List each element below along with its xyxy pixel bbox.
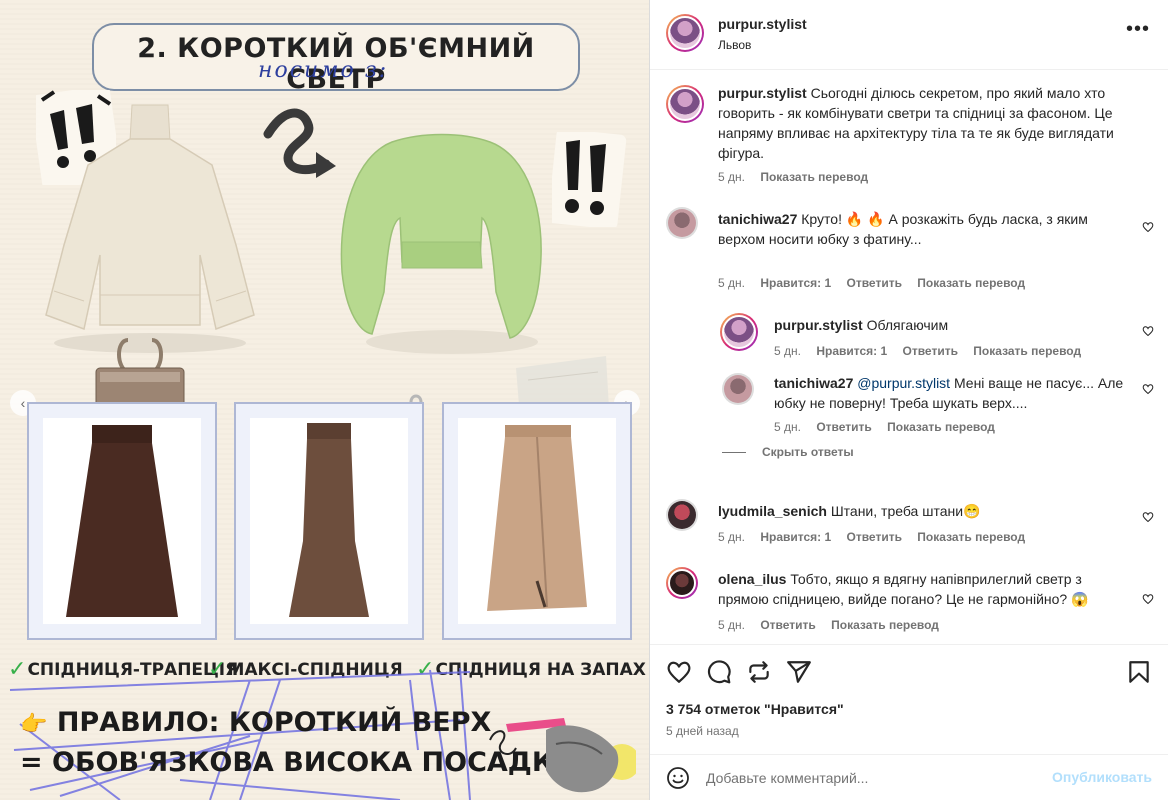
green-sweater-image xyxy=(340,133,542,354)
likes-count[interactable]: 3 754 отметок "Нравится" xyxy=(666,701,844,717)
reply-meta: 5 дн. Ответить Показать перевод xyxy=(774,420,995,434)
comment-like-heart-icon[interactable] xyxy=(1142,511,1154,523)
reply-username[interactable]: tanichiwa27 xyxy=(774,375,853,391)
comment-meta: 5 дн. Ответить Показать перевод xyxy=(718,618,939,632)
hand-with-pen-image xyxy=(489,718,636,793)
skirt-labels: ✓ СПІДНИЦЯ-ТРАПЕЦІЯ ✓ МАКСІ-СПІДНИЦЯ ✓ С… xyxy=(8,655,648,683)
send-icon[interactable] xyxy=(786,659,812,685)
image-subtitle: носимо з: xyxy=(258,58,389,83)
caption-translate-link[interactable]: Показать перевод xyxy=(760,170,868,184)
author-username[interactable]: purpur.stylist xyxy=(718,16,807,32)
comment-likes[interactable]: Нравится: 1 xyxy=(760,276,831,290)
share-icon[interactable] xyxy=(746,659,772,685)
comment-meta: 5 дн. Нравится: 1 Ответить Показать пере… xyxy=(718,276,1026,290)
reply-button[interactable]: Ответить xyxy=(903,344,958,358)
translate-link[interactable]: Показать перевод xyxy=(831,618,939,632)
commenter-avatar[interactable] xyxy=(666,567,698,599)
wrap-skirt-image xyxy=(487,425,587,611)
cream-sweater-image xyxy=(45,104,255,353)
pointing-hand-icon: 👉 xyxy=(20,712,48,737)
commenter-avatar[interactable] xyxy=(666,499,698,531)
caption-avatar[interactable] xyxy=(666,85,704,123)
comment-username[interactable]: tanichiwa27 xyxy=(718,211,797,227)
reply-like-heart-icon[interactable] xyxy=(1142,325,1154,337)
add-comment-bar: Опубликовать xyxy=(650,754,1168,800)
skirt-card-maxi xyxy=(234,402,424,640)
label-maxi: ✓ МАКСІ-СПІДНИЦЯ xyxy=(208,657,403,682)
commenter-avatar[interactable] xyxy=(666,207,698,239)
hide-replies-button[interactable]: Скрыть ответы xyxy=(722,445,866,459)
mention-link[interactable]: @purpur.stylist xyxy=(857,375,950,391)
reply-button[interactable]: Ответить xyxy=(847,276,902,290)
exclamation-sticker-right xyxy=(552,132,627,227)
post-header: purpur.stylist Львов ••• xyxy=(650,0,1168,70)
reply-button[interactable]: Ответить xyxy=(816,420,871,434)
reply-likes[interactable]: Нравится: 1 xyxy=(816,344,887,358)
post-date: 5 дней назад xyxy=(666,724,739,738)
skirt-card-a-line xyxy=(27,402,217,640)
reply-username[interactable]: purpur.stylist xyxy=(774,317,863,333)
bookmark-icon[interactable] xyxy=(1126,659,1152,685)
post-side-panel: purpur.stylist Львов ••• purpur.stylist … xyxy=(650,0,1168,800)
comment-username[interactable]: lyudmila_senich xyxy=(718,503,827,519)
author-avatar[interactable] xyxy=(666,14,704,52)
comment-icon[interactable] xyxy=(706,659,732,685)
comment-meta: 5 дн. Нравится: 1 Ответить Показать пере… xyxy=(718,530,1026,544)
maxi-skirt-image xyxy=(289,423,369,617)
comment-input[interactable] xyxy=(706,763,1036,793)
emoji-icon[interactable] xyxy=(666,766,690,790)
reply-avatar[interactable] xyxy=(722,373,754,405)
a-line-skirt-image xyxy=(66,425,178,617)
post-location[interactable]: Львов xyxy=(718,38,751,52)
instagram-post-modal: 2. КОРОТКИЙ ОБ'ЄМНИЙ СВЕТР носимо з: ‹ ✓… xyxy=(0,0,1168,800)
translate-link[interactable]: Показать перевод xyxy=(887,420,995,434)
translate-link[interactable]: Показать перевод xyxy=(917,276,1025,290)
heart-icon[interactable] xyxy=(666,659,692,685)
reply-meta: 5 дн. Нравится: 1 Ответить Показать пере… xyxy=(774,344,1082,358)
comment-like-heart-icon[interactable] xyxy=(1142,221,1154,233)
caption-text: purpur.stylist Сьогодні ділюсь секретом,… xyxy=(718,85,1114,161)
post-actions: 3 754 отметок "Нравится" 5 дней назад xyxy=(650,644,1168,754)
comments-list: purpur.stylist Сьогодні ділюсь секретом,… xyxy=(650,71,1168,644)
caption-username[interactable]: purpur.stylist xyxy=(718,85,807,101)
reply-button[interactable]: Ответить xyxy=(760,618,815,632)
comment-likes[interactable]: Нравится: 1 xyxy=(760,530,831,544)
publish-button[interactable]: Опубликовать xyxy=(1052,769,1152,785)
reply-avatar[interactable] xyxy=(720,313,758,351)
reply-button[interactable]: Ответить xyxy=(847,530,902,544)
comment-username[interactable]: olena_ilus xyxy=(718,571,786,587)
comment-like-heart-icon[interactable] xyxy=(1142,593,1154,605)
label-a-line: ✓ СПІДНИЦЯ-ТРАПЕЦІЯ xyxy=(8,657,239,682)
skirt-card-wrap xyxy=(442,402,632,640)
post-image[interactable]: 2. КОРОТКИЙ ОБ'ЄМНИЙ СВЕТР носимо з: ‹ ✓… xyxy=(0,0,650,800)
more-options-icon[interactable]: ••• xyxy=(1126,18,1150,41)
translate-link[interactable]: Показать перевод xyxy=(973,344,1081,358)
caption-meta: 5 дн. Показать перевод xyxy=(718,170,869,184)
translate-link[interactable]: Показать перевод xyxy=(917,530,1025,544)
label-wrap: ✓ СПІДНИЦЯ НА ЗАПАХ xyxy=(416,657,646,682)
reply-like-heart-icon[interactable] xyxy=(1142,383,1154,395)
